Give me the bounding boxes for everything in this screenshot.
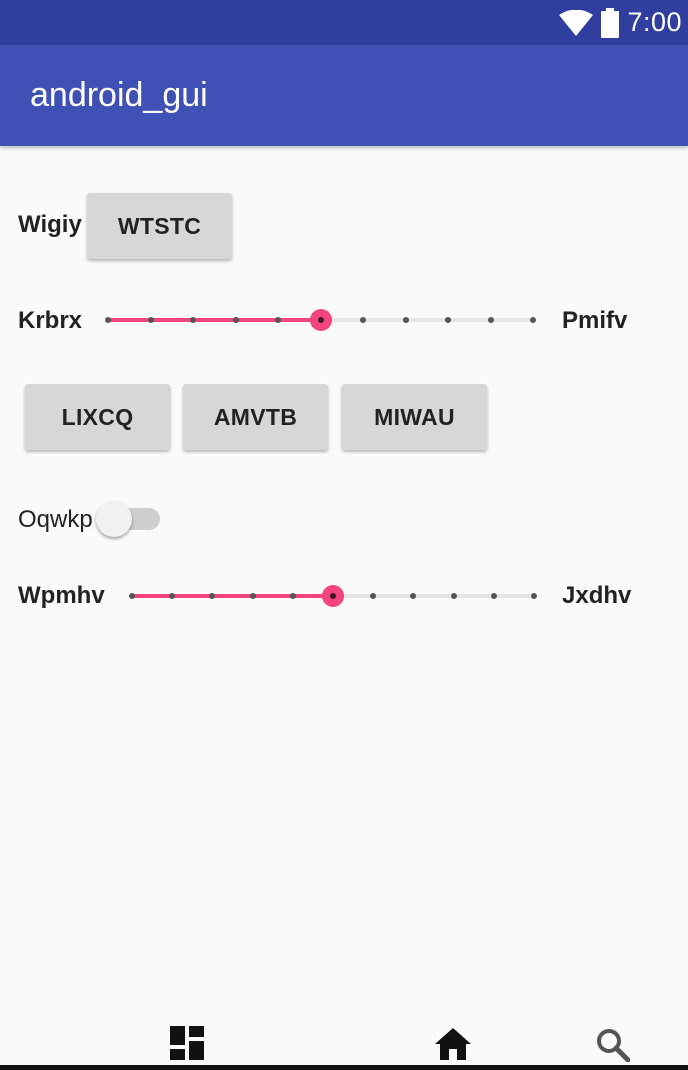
slider-tick (450, 593, 457, 599)
slider-tick (445, 317, 451, 323)
pmifv-label: Pmifv (562, 307, 628, 334)
slider-tick (147, 317, 154, 323)
slider-tick (360, 317, 366, 323)
krbrx-pmifv-slider[interactable] (105, 305, 536, 335)
battery-icon (601, 7, 620, 38)
wigiy-label: Wigiy (18, 211, 82, 238)
slider-tick (275, 317, 281, 323)
jxdhv-label: Jxdhv (562, 582, 632, 609)
app-title: android_gui (30, 76, 208, 114)
home-icon[interactable] (435, 1028, 471, 1065)
dashboard-icon[interactable] (170, 1026, 204, 1065)
wtstc-button[interactable]: WTSTC (87, 193, 232, 259)
slider-tick (209, 593, 216, 599)
slider-tick (530, 317, 536, 323)
amvtb-button[interactable]: AMVTB (183, 384, 328, 450)
slider-tick (232, 317, 239, 323)
slider-fill (132, 594, 333, 598)
wpmhv-label: Wpmhv (18, 582, 105, 609)
slider-thumb[interactable] (309, 309, 332, 331)
slider-tick (289, 593, 296, 599)
slider-tick (129, 593, 135, 599)
slider-tick (249, 593, 256, 599)
slider-tick (490, 593, 497, 599)
lixcq-button[interactable]: LIXCQ (25, 384, 170, 450)
wifi-icon (559, 9, 594, 36)
slider-tick (410, 593, 417, 599)
slider-tick (487, 317, 494, 323)
search-icon[interactable] (596, 1028, 631, 1067)
slider-tick (402, 317, 409, 323)
status-bar: 7:00 (0, 0, 688, 45)
slider-tick (190, 317, 196, 323)
slider-fill (108, 318, 321, 322)
miwau-button[interactable]: MIWAU (342, 384, 487, 450)
wpmhv-jxdhv-slider[interactable] (129, 581, 537, 611)
slider-thumb[interactable] (322, 585, 344, 607)
bottom-bar-edge (0, 1065, 688, 1070)
switch-thumb (96, 501, 132, 537)
slider-tick (370, 593, 377, 599)
krbrx-label: Krbrx (18, 307, 83, 334)
oqwkp-switch[interactable] (96, 500, 162, 540)
oqwkp-label: Oqwkp (18, 506, 93, 533)
app-bar: android_gui (0, 45, 688, 146)
bottom-navigation (0, 1018, 688, 1070)
slider-tick (169, 593, 176, 599)
status-time: 7:00 (627, 7, 682, 37)
slider-tick (531, 593, 537, 599)
slider-tick (105, 317, 111, 323)
